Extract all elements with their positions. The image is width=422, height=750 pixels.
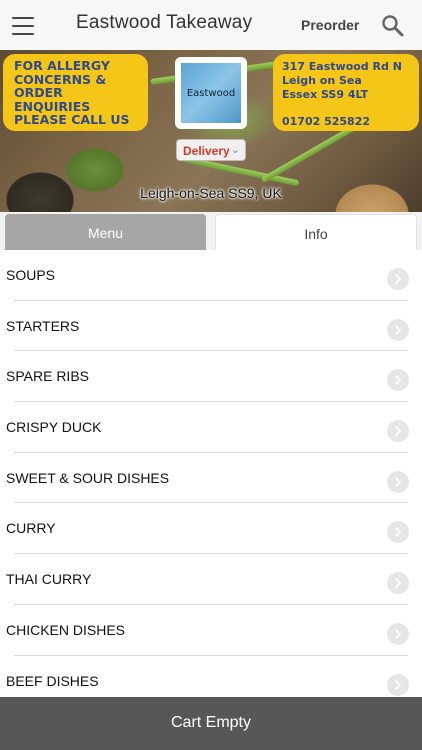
menu-category-item[interactable]: SOUPS: [0, 250, 422, 301]
address-line: Leigh on Sea: [282, 74, 362, 87]
menu-category-label: BEEF DISHES: [6, 672, 99, 689]
allergy-line: FOR ALLERGY: [14, 58, 110, 73]
hamburger-menu-icon[interactable]: [12, 17, 34, 35]
tab-bar: Menu Info: [0, 212, 422, 250]
address-line: Essex SS9 4LT: [282, 88, 369, 101]
preorder-button[interactable]: Preorder: [301, 17, 359, 33]
menu-category-label: SWEET & SOUR DISHES: [6, 469, 170, 486]
chevron-right-icon: [387, 470, 409, 493]
tab-info[interactable]: Info: [215, 214, 417, 250]
logo-image: Eastwood: [181, 63, 241, 123]
chevron-down-icon: ⌄: [230, 144, 240, 156]
logo-text: Eastwood: [186, 87, 236, 99]
location-text: Leigh-on-Sea SS9, UK: [140, 185, 282, 201]
menu-category-label: STARTERS: [6, 317, 80, 334]
chevron-right-icon: [387, 420, 409, 443]
address-box: 317 Eastwood Rd N Leigh on Sea Essex SS9…: [273, 54, 419, 131]
chevron-right-icon: [387, 572, 409, 595]
menu-category-item[interactable]: STARTERS: [0, 301, 422, 352]
chevron-right-icon: [387, 369, 409, 392]
hero-banner: FOR ALLERGY CONCERNS & ORDER ENQUIRIES P…: [0, 50, 422, 212]
menu-category-item[interactable]: CHICKEN DISHES: [0, 605, 422, 656]
app-screen: Eastwood Takeaway Preorder FOR ALLERGY C…: [0, 0, 422, 750]
page-title: Eastwood Takeaway: [76, 12, 253, 33]
cart-button[interactable]: Cart Empty: [0, 697, 422, 750]
restaurant-logo: Eastwood: [175, 57, 247, 129]
chevron-right-icon: [387, 521, 409, 544]
menu-category-item[interactable]: SPARE RIBS: [0, 351, 422, 403]
menu-category-item[interactable]: SWEET & SOUR DISHES: [0, 453, 422, 504]
menu-category-label: CRISPY DUCK: [6, 419, 102, 436]
allergy-line: CONCERNS &: [14, 71, 107, 87]
menu-category-list: SOUPS STARTERS SPARE RIBS CRISPY DUCK SWEET …: [0, 250, 422, 706]
chevron-right-icon: [387, 268, 409, 290]
menu-category-label: THAI CURRY: [6, 571, 92, 588]
search-icon[interactable]: [381, 14, 405, 38]
phone-number[interactable]: 01702 525822: [282, 115, 419, 129]
menu-category-item[interactable]: CRISPY DUCK: [0, 402, 422, 453]
allergy-line: ORDER: [14, 85, 63, 100]
menu-category-label: SOUPS: [6, 267, 56, 283]
allergy-line: PLEASE CALL US: [14, 112, 130, 127]
chevron-right-icon: [387, 622, 409, 645]
menu-category-item[interactable]: THAI CURRY: [0, 554, 422, 605]
address-line: 317 Eastwood Rd N: [282, 60, 402, 73]
top-bar: Eastwood Takeaway Preorder: [0, 0, 422, 50]
allergy-notice: FOR ALLERGY CONCERNS & ORDER ENQUIRIES P…: [3, 54, 148, 131]
chevron-right-icon: [387, 673, 409, 696]
chevron-right-icon: [387, 318, 409, 341]
delivery-label: Delivery: [183, 144, 230, 158]
allergy-line: ENQUIRIES: [14, 98, 91, 114]
menu-category-item[interactable]: CURRY: [0, 503, 422, 555]
menu-category-label: CURRY: [6, 520, 56, 537]
menu-category-label: CHICKEN DISHES: [6, 621, 126, 638]
delivery-selector[interactable]: Delivery ⌄: [176, 139, 246, 161]
tab-menu[interactable]: Menu: [5, 214, 206, 250]
menu-category-label: SPARE RIBS: [6, 368, 89, 385]
banner-decoration: [260, 122, 360, 184]
